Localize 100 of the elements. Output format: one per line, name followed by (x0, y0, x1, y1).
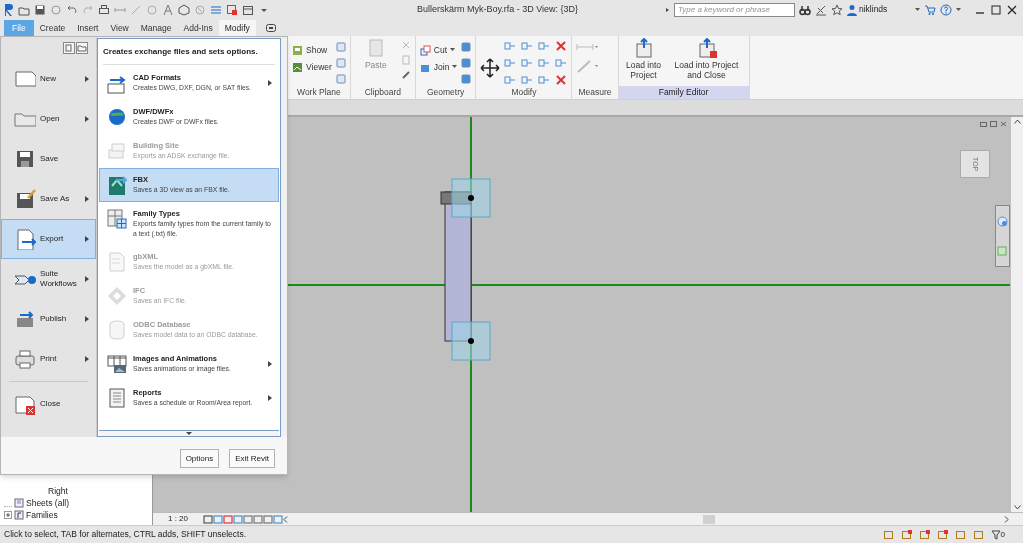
menu-command[interactable]: Suite Workflows (1, 259, 96, 299)
menu-command[interactable]: Save As (1, 179, 96, 219)
panel-label: Measure (577, 86, 613, 99)
close-hidden-icon[interactable] (226, 3, 238, 16)
save-icon[interactable] (34, 3, 46, 16)
geometry-tool-icon[interactable] (461, 42, 472, 52)
ribbon-tab[interactable]: Add-Ins (177, 20, 219, 36)
dimension-icon[interactable] (130, 3, 142, 16)
modify-tool-icon[interactable] (504, 74, 517, 86)
zoom-region-icon[interactable] (997, 245, 1008, 257)
menu-command[interactable]: Save (1, 139, 96, 179)
ribbon-tab[interactable]: Create (33, 20, 72, 36)
ribbon-tab[interactable]: Modify (218, 20, 256, 36)
scroll-left-icon[interactable] (283, 515, 288, 523)
move-arrows-icon[interactable] (480, 58, 501, 78)
menu-command[interactable]: Close (1, 384, 96, 424)
modify-tool-icon[interactable] (538, 57, 551, 69)
user-account-button[interactable]: niklinds (847, 3, 911, 16)
stacked-boxes-icon (106, 140, 128, 162)
close-view-icon[interactable] (1000, 121, 1007, 127)
modify-tool-icon[interactable] (521, 57, 534, 69)
tree-item[interactable]: Right (48, 484, 68, 498)
panel-label: Modify (510, 86, 538, 99)
modify-tool-icon[interactable] (555, 57, 568, 69)
grid-plane-icon (292, 44, 303, 56)
navigation-bar[interactable] (995, 205, 1010, 267)
sheet-icon (14, 498, 24, 508)
search-field[interactable]: Type a keyword or phrase (674, 2, 795, 17)
geometry-tool-icon[interactable] (461, 58, 472, 68)
cart-icon[interactable] (924, 3, 936, 16)
ribbon-button[interactable]: Cut (419, 44, 458, 57)
window-title: Bullerskärm Myk-Boy.rfa - 3D View: {3D} (416, 2, 579, 16)
thin-lines-icon[interactable] (210, 3, 222, 16)
ribbon-button[interactable]: Viewer (292, 60, 332, 74)
close-document-icon (14, 393, 36, 415)
view-scale[interactable]: 1 : 20 (153, 513, 203, 525)
modify-tool-icon[interactable] (504, 40, 517, 52)
r-logo-icon[interactable] (4, 3, 14, 16)
plane-icon[interactable] (335, 42, 346, 52)
modify-tool-icon[interactable] (521, 74, 534, 86)
maximize-icon[interactable] (991, 4, 1001, 15)
match-properties-icon[interactable] (400, 70, 411, 80)
scroll-down-arrow-icon[interactable] (186, 432, 192, 435)
caret-down-icon[interactable] (915, 7, 920, 12)
menu-command[interactable]: New (1, 59, 96, 99)
modify-tool-icon[interactable] (538, 74, 551, 86)
modify-tool-icon[interactable] (538, 40, 551, 52)
switch-windows-icon[interactable] (242, 3, 254, 16)
ribbon-tab[interactable]: Insert (71, 20, 105, 36)
modify-tool-icon[interactable] (504, 57, 517, 69)
menu-command[interactable]: Publish (1, 299, 96, 339)
angle-line-icon[interactable] (576, 59, 599, 73)
ribbon-button[interactable]: Load into Project and Close (668, 38, 745, 80)
scrollbar-thumb[interactable] (702, 514, 715, 524)
ribbon-tab[interactable]: Manage (134, 20, 178, 36)
delete-x-icon[interactable] (555, 40, 568, 52)
binoculars-icon[interactable] (799, 3, 811, 16)
scroll-right-icon[interactable] (1004, 515, 1009, 523)
ribbon-button[interactable]: Show (292, 44, 332, 57)
ribbon-button[interactable]: Join (419, 60, 458, 74)
delete-x-icon[interactable] (555, 74, 568, 86)
modify-tool-icon[interactable] (521, 40, 534, 52)
undo-icon[interactable] (66, 3, 78, 16)
cut-geometry-icon (419, 44, 431, 56)
scroll-down-icon[interactable] (1013, 505, 1021, 510)
diamond-shape-icon (106, 285, 128, 307)
restore-view-icon[interactable] (980, 121, 987, 127)
ribbon-button[interactable]: Load into Project (622, 38, 665, 80)
floppy-pencil-icon (14, 188, 36, 210)
tree-item[interactable]: Sheets (all) (26, 496, 69, 510)
menu-command[interactable]: Export (1, 219, 96, 259)
tree-item[interactable]: Families (26, 508, 58, 522)
plane-icon[interactable] (335, 74, 346, 84)
steering-wheel-icon[interactable] (997, 215, 1008, 227)
publish-icon (14, 308, 36, 330)
expand-icon[interactable] (4, 511, 12, 519)
help-icon[interactable] (940, 3, 952, 16)
film-strip-icon (106, 353, 128, 375)
menu-footer-button[interactable]: Exit Revit (229, 449, 275, 468)
view-3d-icon[interactable] (178, 3, 190, 16)
caret-down-icon[interactable] (956, 7, 961, 12)
maximize-view-icon[interactable] (990, 121, 997, 127)
vertical-scrollbar[interactable] (1011, 117, 1023, 512)
plane-icon[interactable] (335, 58, 346, 68)
geometry-tool-icon[interactable] (461, 74, 472, 84)
recent-documents-icon[interactable] (63, 42, 75, 54)
menu-footer-button[interactable]: Options (179, 449, 220, 468)
print-icon[interactable] (98, 3, 110, 16)
cut-scissors-icon[interactable] (400, 40, 411, 50)
ribbon-tab[interactable]: View (104, 20, 135, 36)
close-icon[interactable] (1007, 4, 1017, 15)
menu-command[interactable]: Print (1, 339, 96, 379)
text-icon[interactable] (162, 3, 174, 16)
scroll-up-icon[interactable] (1013, 119, 1021, 124)
new-document-icon (14, 68, 36, 90)
open-documents-icon[interactable] (76, 42, 88, 54)
menu-command[interactable]: Open (1, 99, 96, 139)
filter-status[interactable]: 0 (990, 528, 1005, 541)
star-icon[interactable] (831, 3, 843, 16)
wall-element-drawing[interactable] (440, 178, 491, 361)
